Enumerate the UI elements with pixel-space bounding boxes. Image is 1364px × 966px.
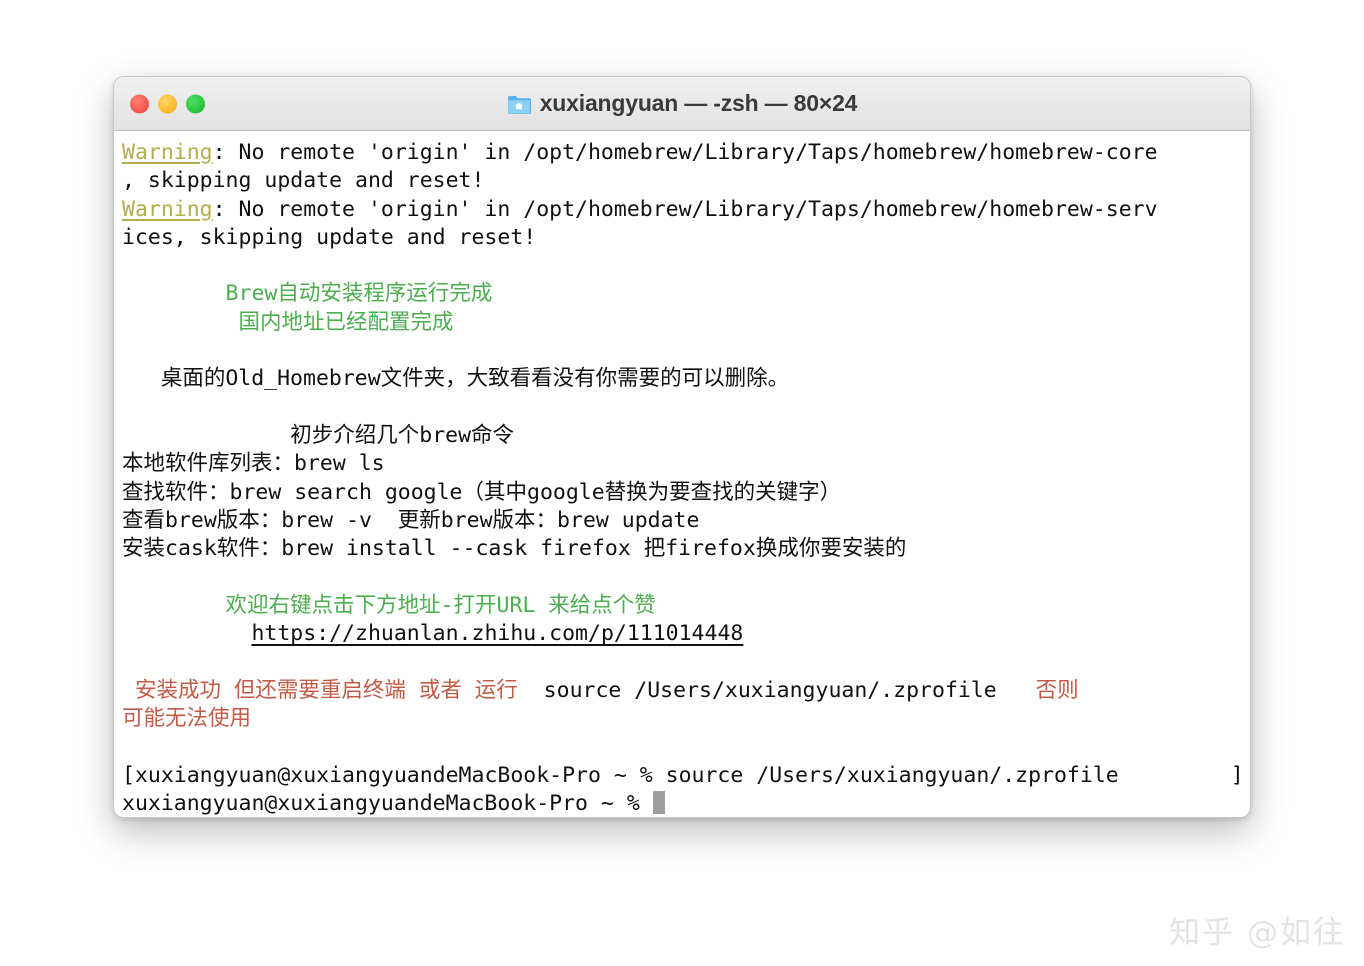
terminal-line-command-hint: 安装cask软件：brew install --cask firefox 把fi… <box>122 536 907 562</box>
terminal-line-text: : No remote 'origin' in /opt/homebrew/Li… <box>212 140 1158 165</box>
terminal-line-command-hint: 本地软件库列表：brew ls <box>122 451 385 477</box>
terminal-line: Warning: No remote 'origin' in /opt/home… <box>114 196 1250 224</box>
terminal-line-command-hint: 查找软件：brew search google（其中google替换为要查找的关… <box>122 479 842 505</box>
maximize-window-button[interactable] <box>186 94 205 113</box>
traffic-light-buttons[interactable] <box>130 94 205 113</box>
prompt-text: xuxiangyuan@xuxiangyuandeMacBook-Pro ~ % <box>122 790 653 816</box>
notice-text-red-lead: 安装成功 但还需要重启终端 或者 运行 <box>122 677 531 703</box>
warning-label: Warning <box>122 140 213 165</box>
terminal-line: Warning: No remote 'origin' in /opt/home… <box>114 139 1250 167</box>
warning-label: Warning <box>122 196 213 222</box>
notice-command-text: source /Users/xuxiangyuan/.zprofile <box>530 677 1023 703</box>
terminal-line: ices, skipping update and reset! <box>122 224 537 250</box>
terminal-line: , skipping update and reset! <box>122 168 485 194</box>
terminal-output-area[interactable]: Warning: No remote 'origin' in /opt/home… <box>114 131 1250 817</box>
terminal-line-command-hint: 查看brew版本：brew -v 更新brew版本：brew update <box>122 507 700 533</box>
terminal-line-text: : No remote 'origin' in /opt/homebrew/Li… <box>212 196 1158 222</box>
url-indent <box>122 621 251 646</box>
window-title-text: xuxiangyuan — -zsh — 80×24 <box>539 90 858 116</box>
terminal-line-notice: 安装成功 但还需要重启终端 或者 运行 source /Users/xuxian… <box>114 677 1250 705</box>
window-title-group: xuxiangyuan — -zsh — 80×24 <box>507 90 858 117</box>
terminal-line-notice: 可能无法使用 <box>122 705 252 731</box>
prompt-command-text: xuxiangyuan@xuxiangyuandeMacBook-Pro ~ %… <box>134 762 1119 788</box>
terminal-line-success: 国内地址已经配置完成 <box>122 309 454 335</box>
terminal-prompt-line: [xuxiangyuan@xuxiangyuandeMacBook-Pro ~ … <box>114 762 1250 790</box>
window-title-bar[interactable]: xuxiangyuan — -zsh — 80×24 <box>114 77 1250 131</box>
terminal-line-invite: 欢迎右键点击下方地址-打开URL 来给点个赞 <box>122 592 656 618</box>
close-window-button[interactable] <box>130 94 149 113</box>
terminal-prompt-line-active[interactable]: xuxiangyuan@xuxiangyuandeMacBook-Pro ~ % <box>114 790 1250 817</box>
minimize-window-button[interactable] <box>158 94 177 113</box>
terminal-line-heading: 初步介绍几个brew命令 <box>122 422 515 448</box>
terminal-window[interactable]: xuxiangyuan — -zsh — 80×24 Warning: No r… <box>113 76 1251 818</box>
terminal-line: 桌面的Old_Homebrew文件夹，大致看看没有你需要的可以删除。 <box>122 366 790 392</box>
zhihu-watermark: 知乎 @如往 <box>1169 915 1346 951</box>
home-folder-icon <box>507 93 531 115</box>
terminal-line-success: Brew自动安装程序运行完成 <box>122 281 493 307</box>
terminal-line-url: https://zhuanlan.zhihu.com/p/111014448 <box>114 620 1250 648</box>
zhihu-article-link[interactable]: https://zhuanlan.zhihu.com/p/111014448 <box>251 621 743 646</box>
bracket-close: ] <box>1230 762 1244 788</box>
bracket-open: [ <box>122 762 135 788</box>
notice-text-red-tail: 否则 <box>1022 677 1079 703</box>
text-cursor <box>652 790 665 814</box>
